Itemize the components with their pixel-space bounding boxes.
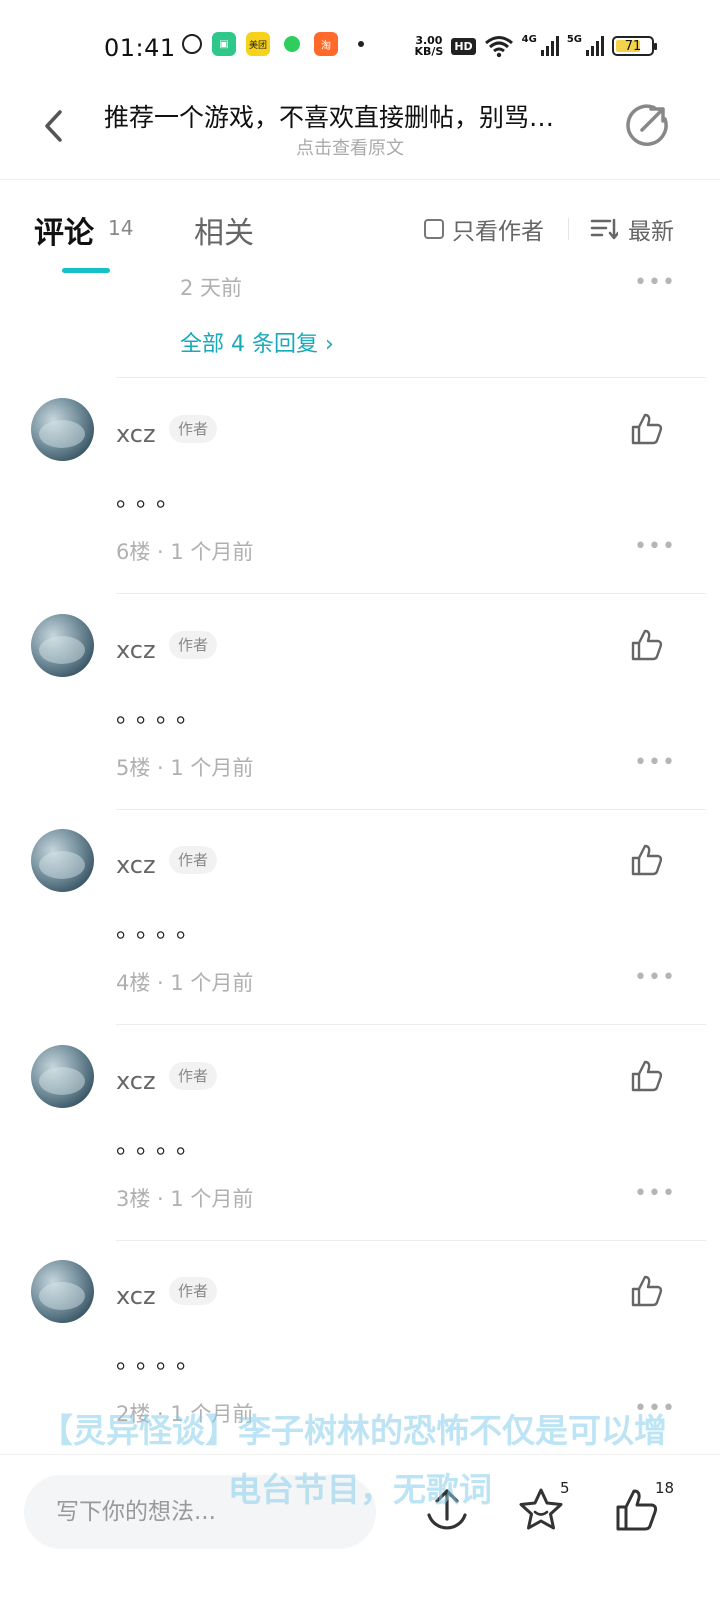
view-all-replies-link[interactable]: 全部 4 条回复 › xyxy=(180,326,334,358)
comment-like-icon[interactable] xyxy=(630,843,664,877)
comment-body: 。。。。 xyxy=(116,915,208,943)
green-app-icon: ▣ xyxy=(212,32,236,56)
checkbox-icon[interactable] xyxy=(424,219,444,239)
comment-tabs: 评论 14 相关 只看作者 最新 xyxy=(0,180,720,276)
wifi-icon xyxy=(484,36,513,58)
author-badge: 作者 xyxy=(169,1277,218,1305)
avatar[interactable] xyxy=(31,614,94,677)
comment-like-icon[interactable] xyxy=(630,412,664,446)
comment-like-icon[interactable] xyxy=(630,1059,664,1093)
active-tab-indicator xyxy=(62,268,110,273)
signal-4g-icon xyxy=(540,36,559,56)
share-icon[interactable] xyxy=(624,102,670,148)
comment-body: 。。。。 xyxy=(116,1131,208,1159)
spotify-icon xyxy=(280,32,304,56)
tab-related[interactable]: 相关 xyxy=(194,208,254,252)
comment-like-icon[interactable] xyxy=(630,1274,664,1308)
comment-meta: 6楼 · 1 个月前 xyxy=(116,540,254,564)
comment-time: 2 天前 xyxy=(180,276,243,300)
view-original-link[interactable]: 点击查看原文 xyxy=(0,134,700,160)
sort-button[interactable]: 最新 xyxy=(590,212,674,246)
taobao-icon: 淘 xyxy=(314,32,338,56)
avatar[interactable] xyxy=(31,829,94,892)
only-author-toggle[interactable]: 只看作者 xyxy=(424,212,544,246)
sort-label: 最新 xyxy=(628,219,674,245)
tabs-divider xyxy=(568,218,569,240)
tab-comments[interactable]: 评论 xyxy=(34,208,94,252)
network-5g-label: 5G xyxy=(566,34,582,45)
battery-level: 71 xyxy=(624,38,642,54)
battery-icon: 71 xyxy=(612,36,657,56)
comment-meta: 5楼 · 1 个月前 xyxy=(116,756,254,780)
comment-username[interactable]: xcz xyxy=(116,420,156,448)
more-options-icon[interactable]: ••• xyxy=(634,965,676,990)
comment-username[interactable]: xcz xyxy=(116,1067,156,1095)
comment-username[interactable]: xcz xyxy=(116,636,156,664)
comment-item[interactable]: xcz 作者。。。。 5楼 · 1 个月前 ••• xyxy=(0,594,720,810)
more-options-icon[interactable]: ••• xyxy=(634,1181,676,1206)
network-speed: 3.00 KB/S xyxy=(414,35,443,57)
status-time: 01:41 xyxy=(104,34,176,62)
avatar[interactable] xyxy=(31,398,94,461)
floating-subtitle-line1: 【灵异怪谈】李子树林的恐怖不仅是可以增 xyxy=(40,1411,667,1450)
comment-like-icon[interactable] xyxy=(630,628,664,662)
post-header: 推荐一个游戏，不喜欢直接删帖，别骂… 点击查看原文 xyxy=(0,90,720,180)
sort-icon xyxy=(590,218,618,240)
comment-body: 。。。。 xyxy=(116,700,208,728)
avatar[interactable] xyxy=(31,1260,94,1323)
netease-music-icon xyxy=(182,34,202,54)
more-options-icon[interactable]: ••• xyxy=(634,270,676,295)
meituan-icon: 美团 xyxy=(246,32,270,56)
comment-item[interactable]: xcz 作者。。。。 4楼 · 1 个月前 ••• xyxy=(0,809,720,1025)
author-badge: 作者 xyxy=(169,1062,218,1090)
comment-meta: 3楼 · 1 个月前 xyxy=(116,1187,254,1211)
comment-body: 。。。 xyxy=(116,484,188,512)
author-badge: 作者 xyxy=(169,846,218,874)
status-right: 3.00 KB/S HD 4G 5G 71 xyxy=(414,34,657,58)
more-options-icon[interactable]: ••• xyxy=(634,534,676,559)
comment-username[interactable]: xcz xyxy=(116,1282,156,1310)
comment-item[interactable]: xcz 作者。。。。 3楼 · 1 个月前 ••• xyxy=(0,1025,720,1241)
signal-5g-icon xyxy=(586,36,604,56)
comment-item[interactable]: xcz 作者。。。 6楼 · 1 个月前 ••• xyxy=(0,378,720,594)
only-author-label: 只看作者 xyxy=(452,219,544,245)
avatar[interactable] xyxy=(31,1045,94,1108)
status-app-icons: ▣ 美团 淘 xyxy=(182,32,364,56)
status-bar: 01:41 ▣ 美团 淘 3.00 KB/S HD 4G 5G 71 xyxy=(0,0,720,90)
comment-meta: 4楼 · 1 个月前 xyxy=(116,971,254,995)
more-options-icon[interactable]: ••• xyxy=(634,750,676,775)
notification-dot-icon xyxy=(358,41,364,47)
network-4g-label: 4G xyxy=(521,34,537,45)
post-title[interactable]: 推荐一个游戏，不喜欢直接删帖，别骂… xyxy=(104,98,604,134)
comment-body: 。。。。 xyxy=(116,1346,208,1374)
author-badge: 作者 xyxy=(169,631,218,659)
bottom-action-bar: 写下你的想法... 5 18 电台节目，无歌词 xyxy=(0,1454,720,1600)
author-badge: 作者 xyxy=(169,415,218,443)
hd-icon: HD xyxy=(451,37,476,55)
comment-username[interactable]: xcz xyxy=(116,851,156,879)
speed-unit: KB/S xyxy=(414,45,444,58)
floating-subtitle-line2: 电台节目，无歌词 xyxy=(228,1470,492,1509)
comments-count: 14 xyxy=(108,216,134,240)
